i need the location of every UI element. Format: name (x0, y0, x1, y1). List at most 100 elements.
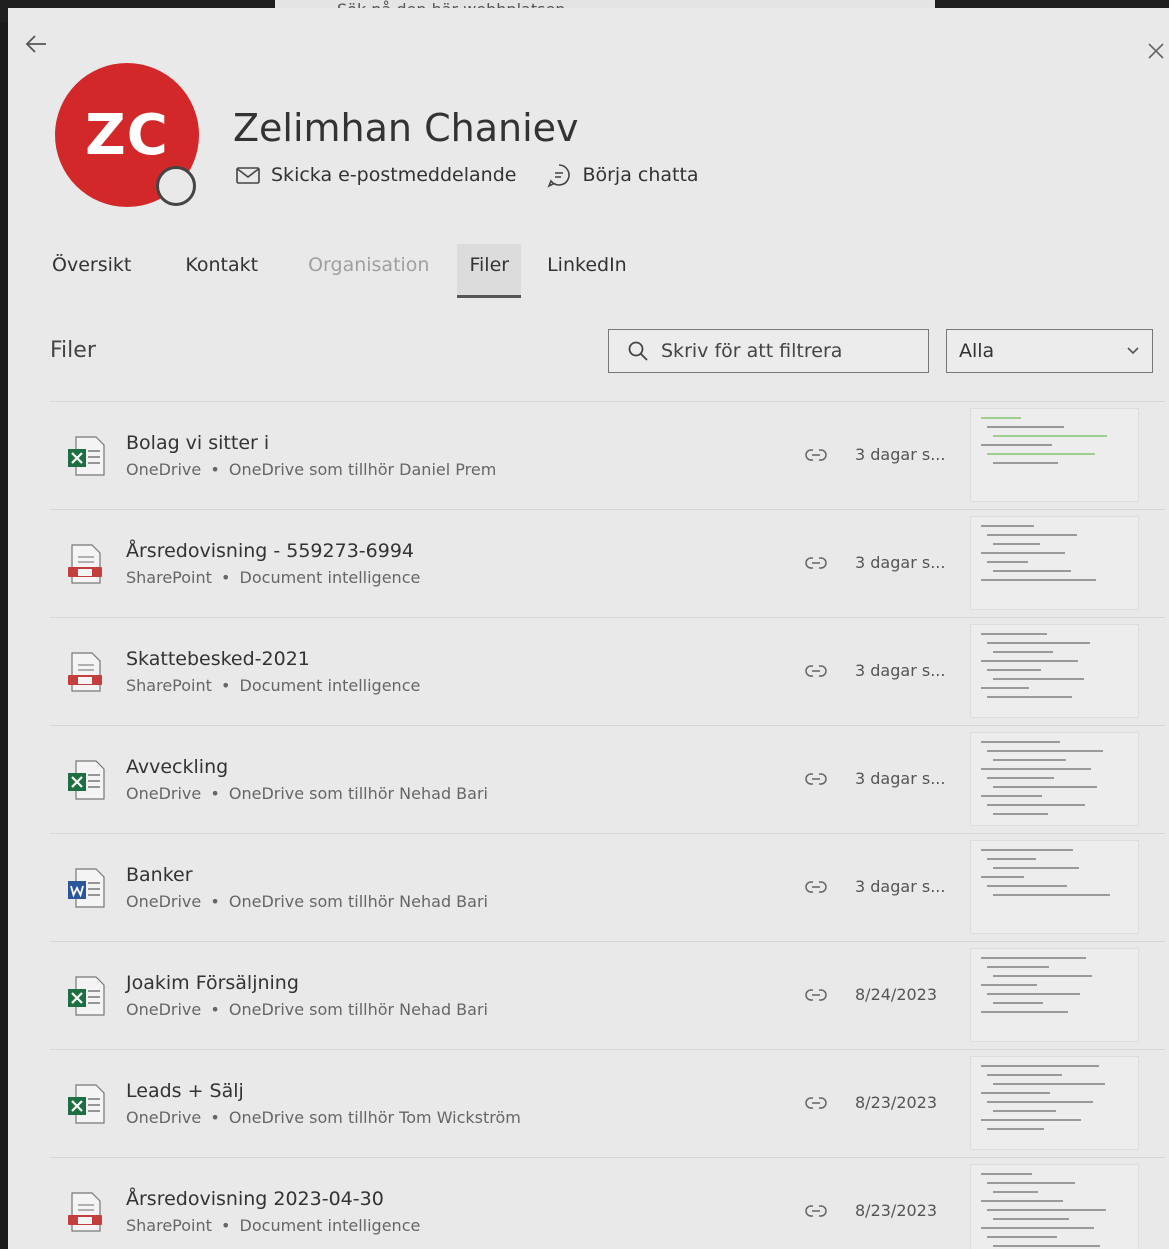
thumbnail-line (993, 1110, 1056, 1112)
thumbnail-line (981, 417, 1021, 419)
file-owner: OneDrive som tillhör Nehad Bari (228, 1000, 488, 1019)
file-thumbnail (970, 948, 1139, 1042)
file-row[interactable]: Bolag vi sitter i OneDrive • OneDrive so… (50, 401, 1165, 509)
thumbnail-line (987, 750, 1103, 752)
thumbnail-line (981, 1065, 1099, 1067)
thumbnail-line (987, 858, 1036, 860)
tab-kontakt[interactable]: Kontakt (165, 244, 278, 296)
separator-dot: • (221, 676, 231, 695)
thumbnail-line (987, 966, 1049, 968)
thumbnail-line (981, 1173, 1032, 1175)
file-source: SharePoint (126, 568, 212, 587)
file-row[interactable]: Årsredovisning - 559273-6994 SharePoint … (50, 509, 1165, 617)
tab-linkedin[interactable]: LinkedIn (527, 244, 647, 296)
close-icon[interactable] (1147, 42, 1165, 60)
separator-dot: • (210, 784, 220, 803)
file-title[interactable]: Avveckling (126, 756, 228, 778)
thumbnail-line (987, 1074, 1062, 1076)
file-source: SharePoint (126, 676, 212, 695)
thumbnail-line (987, 1101, 1093, 1103)
file-owner: OneDrive som tillhör Daniel Prem (228, 460, 497, 479)
thumbnail-line (981, 525, 1034, 527)
file-modified-date: 8/24/2023 (855, 985, 938, 1004)
separator-dot: • (210, 460, 220, 479)
thumbnail-line (981, 1200, 1063, 1202)
file-title[interactable]: Joakim Försäljning (126, 972, 299, 994)
back-arrow-icon[interactable] (22, 30, 50, 58)
file-type-dropdown[interactable]: Alla (946, 329, 1153, 373)
start-chat-button[interactable]: Börja chatta (546, 162, 699, 188)
filter-input[interactable]: Skriv för att filtrera (608, 329, 929, 373)
file-row[interactable]: Årsredovisning 2023-04-30 SharePoint • D… (50, 1157, 1165, 1249)
excel-file-icon (66, 1083, 106, 1125)
file-thumbnail (970, 840, 1139, 934)
file-title[interactable]: Årsredovisning 2023-04-30 (126, 1188, 384, 1210)
link-icon[interactable] (805, 554, 827, 572)
thumbnail-line (993, 1218, 1069, 1220)
tab-organisation[interactable]: Organisation (288, 244, 449, 296)
thumbnail-line (987, 1236, 1057, 1238)
link-icon[interactable] (805, 986, 827, 1004)
thumbnail-line (987, 453, 1095, 455)
file-row[interactable]: Leads + Sälj OneDrive • OneDrive som til… (50, 1049, 1165, 1157)
file-source: OneDrive (126, 784, 202, 803)
profile-tabs: Översikt Kontakt Organisation Filer Link… (52, 244, 647, 298)
file-modified-date: 3 dagar s... (855, 769, 946, 788)
file-row[interactable]: Avveckling OneDrive • OneDrive som tillh… (50, 725, 1165, 833)
thumbnail-line (981, 660, 1078, 662)
thumbnail-line (981, 444, 1052, 446)
separator-dot: • (210, 1000, 220, 1019)
thumbnail-line (981, 768, 1091, 770)
thumbnail-line (993, 867, 1079, 869)
file-title[interactable]: Bolag vi sitter i (126, 432, 269, 454)
thumbnail-line (993, 1245, 1100, 1247)
thumbnail-line (987, 561, 1028, 563)
thumbnail-line (993, 435, 1107, 437)
thumbnail-line (993, 462, 1058, 464)
thumbnail-line (981, 957, 1086, 959)
link-icon[interactable] (805, 770, 827, 788)
start-chat-label: Börja chatta (582, 164, 699, 186)
link-icon[interactable] (805, 1094, 827, 1112)
thumbnail-line (981, 1119, 1081, 1121)
thumbnail-line (987, 669, 1041, 671)
thumbnail-line (981, 633, 1047, 635)
link-icon[interactable] (805, 446, 827, 464)
file-row[interactable]: Skattebesked-2021 SharePoint • Document … (50, 617, 1165, 725)
file-location: SharePoint • Document intelligence (126, 676, 420, 695)
chevron-down-icon (1127, 347, 1139, 355)
link-icon[interactable] (805, 878, 827, 896)
thumbnail-line (987, 534, 1077, 536)
files-section-title: Filer (50, 338, 96, 363)
thumbnail-line (981, 579, 1096, 581)
file-modified-date: 8/23/2023 (855, 1093, 938, 1112)
file-row[interactable]: Banker OneDrive • OneDrive som tillhör N… (50, 833, 1165, 941)
send-email-button[interactable]: Skicka e-postmeddelande (235, 162, 516, 188)
search-icon (628, 341, 648, 361)
thumbnail-line (993, 543, 1040, 545)
thumbnail-line (981, 1227, 1094, 1229)
thumbnail-line (993, 1191, 1038, 1193)
file-source: OneDrive (126, 1108, 202, 1127)
file-title[interactable]: Banker (126, 864, 193, 886)
file-owner: OneDrive som tillhör Tom Wickström (228, 1108, 521, 1127)
file-title[interactable]: Årsredovisning - 559273-6994 (126, 540, 414, 562)
file-thumbnail (970, 516, 1139, 610)
tab-filer[interactable]: Filer (457, 244, 522, 298)
thumbnail-line (981, 741, 1060, 743)
thumbnail-line (993, 975, 1092, 977)
link-icon[interactable] (805, 662, 827, 680)
file-location: SharePoint • Document intelligence (126, 1216, 420, 1235)
file-title[interactable]: Leads + Sälj (126, 1080, 244, 1102)
avatar-initials: ZC (85, 102, 169, 168)
file-location: OneDrive • OneDrive som tillhör Nehad Ba… (126, 1000, 488, 1019)
file-source: OneDrive (126, 1000, 202, 1019)
file-title[interactable]: Skattebesked-2021 (126, 648, 310, 670)
file-row[interactable]: Joakim Försäljning OneDrive • OneDrive s… (50, 941, 1165, 1049)
thumbnail-line (981, 552, 1065, 554)
chat-icon (547, 164, 571, 188)
tab-oversikt[interactable]: Översikt (52, 244, 151, 296)
thumbnail-line (981, 687, 1029, 689)
pdf-file-icon (66, 543, 106, 585)
link-icon[interactable] (805, 1202, 827, 1220)
